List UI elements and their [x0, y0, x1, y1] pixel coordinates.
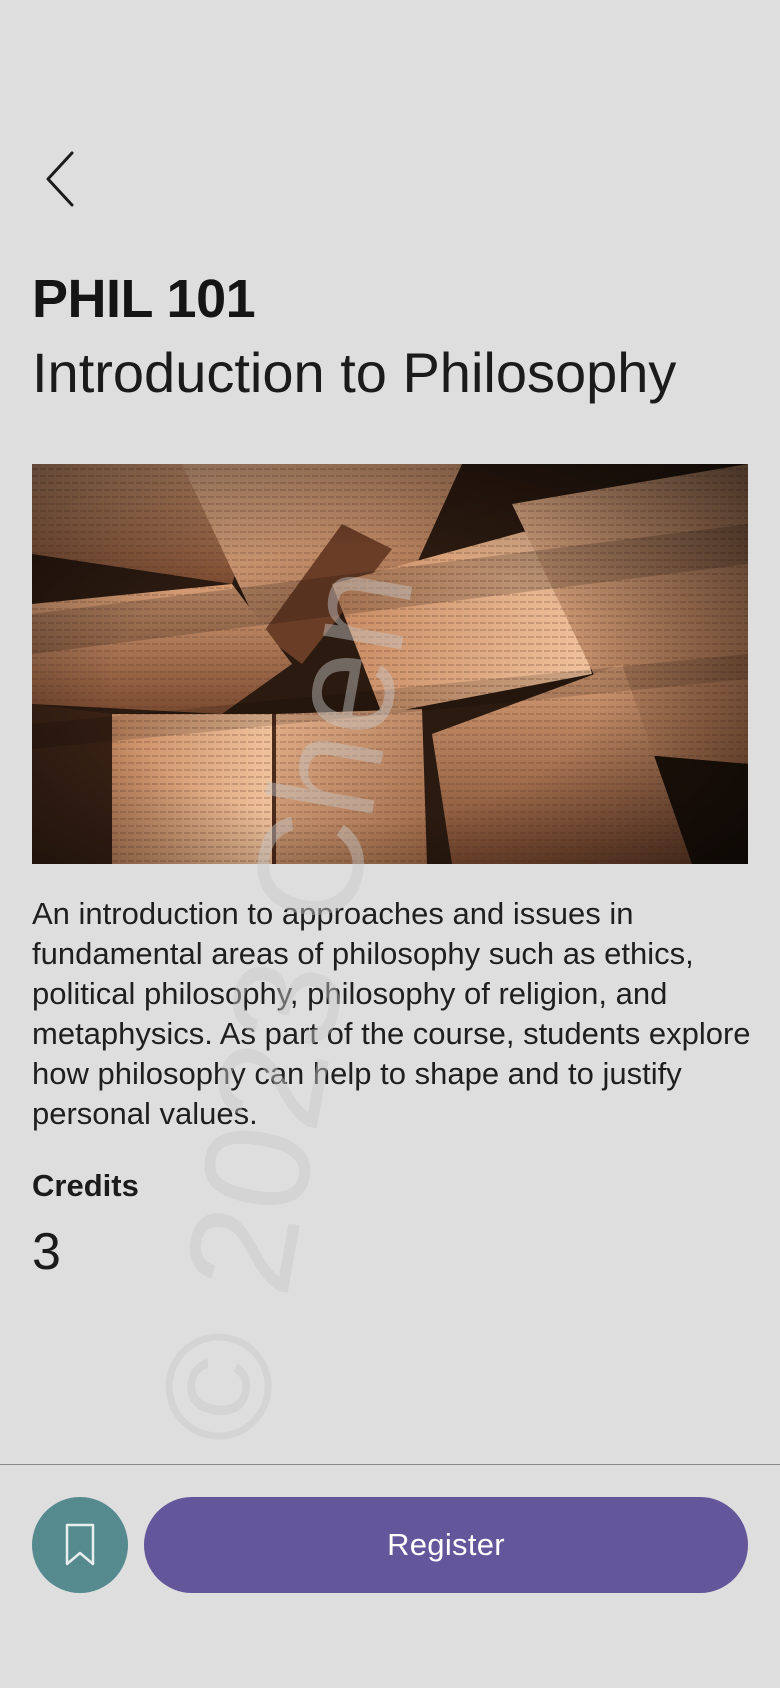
credits-label: Credits: [32, 1168, 139, 1203]
bottom-action-bar: Register: [0, 1464, 780, 1688]
bookmark-icon: [65, 1523, 95, 1566]
back-button[interactable]: [36, 146, 84, 212]
course-title: Introduction to Philosophy: [32, 341, 677, 404]
open-books-photo: [32, 464, 748, 864]
register-button[interactable]: Register: [144, 1497, 748, 1593]
course-description: An introduction to approaches and issues…: [32, 896, 751, 1131]
bookmark-button[interactable]: [32, 1497, 128, 1593]
course-image: [32, 464, 748, 864]
credits-value: 3: [32, 1223, 61, 1281]
chevron-left-icon: [46, 151, 74, 207]
course-detail-screen: PHIL 101 Introduction to Philosophy An i…: [0, 0, 780, 1688]
course-code: PHIL 101: [32, 269, 256, 329]
